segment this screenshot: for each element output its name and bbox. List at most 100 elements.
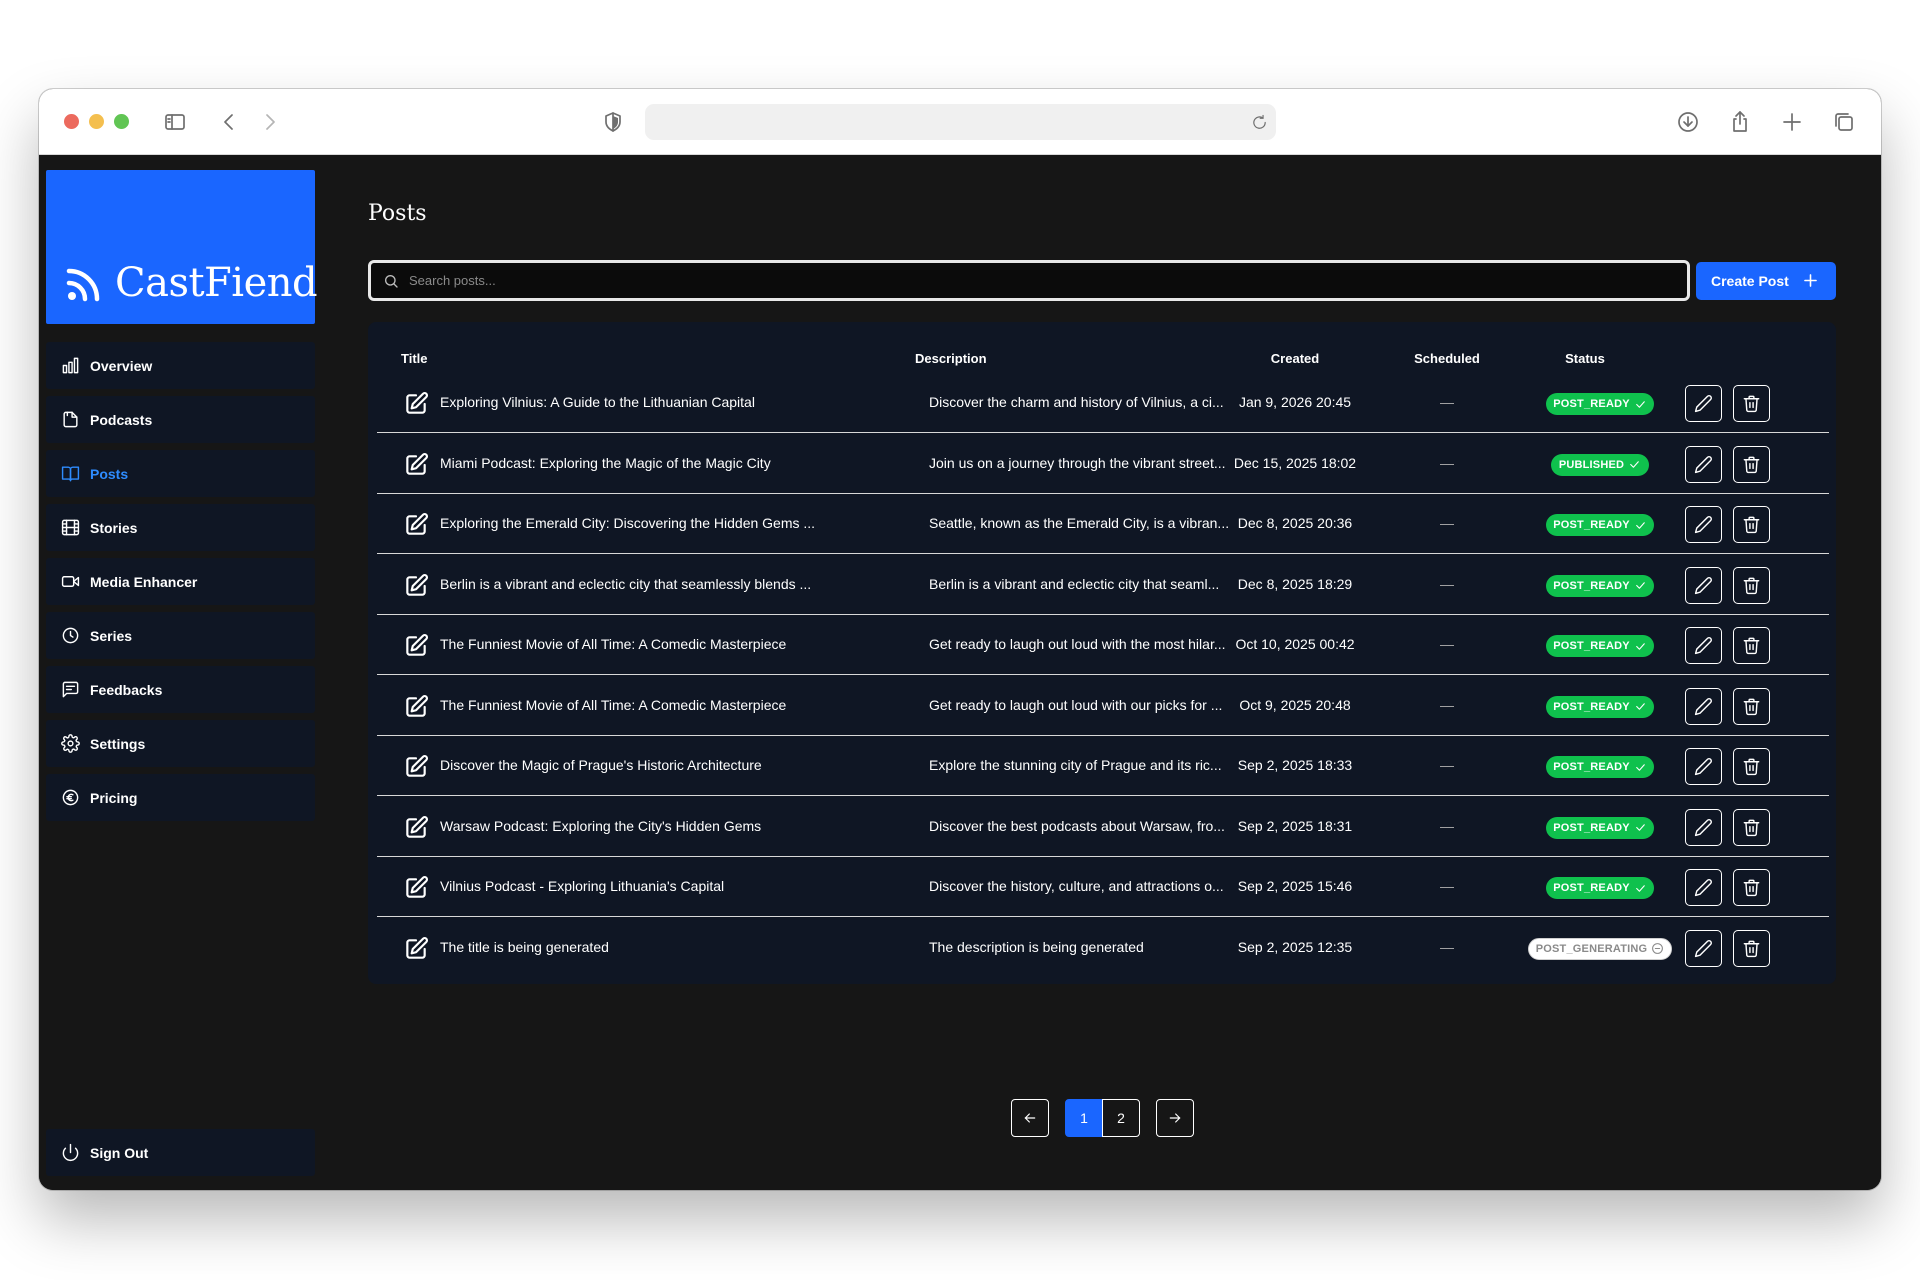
edit-button[interactable] [1685, 566, 1722, 604]
delete-button[interactable] [1733, 687, 1770, 725]
column-header-status[interactable]: Status [1485, 351, 1685, 366]
delete-button[interactable] [1733, 808, 1770, 846]
zoom-window-button[interactable] [114, 114, 129, 129]
sign-out-button[interactable]: Sign Out [46, 1129, 315, 1176]
status-badge: POST_GENERATING [1528, 937, 1672, 960]
post-title[interactable]: Discover the Magic of Prague's Historic … [440, 757, 762, 773]
table-row[interactable]: Discover the Magic of Prague's Historic … [377, 736, 1829, 796]
edit-post-icon[interactable] [403, 452, 429, 478]
tabs-overview-icon[interactable] [1831, 109, 1857, 135]
post-title[interactable]: Warsaw Podcast: Exploring the City's Hid… [440, 818, 761, 834]
table-row[interactable]: Vilnius Podcast - Exploring Lithuania's … [377, 857, 1829, 917]
edit-post-icon[interactable] [403, 875, 429, 901]
table-row[interactable]: The Funniest Movie of All Time: A Comedi… [377, 676, 1829, 736]
sign-out-label: Sign Out [90, 1144, 149, 1161]
delete-button[interactable] [1733, 627, 1770, 664]
pencil-icon [1694, 818, 1713, 837]
download-icon[interactable] [1675, 109, 1701, 135]
status-label: POST_GENERATING [1535, 942, 1648, 955]
edit-button[interactable] [1685, 929, 1722, 967]
delete-button[interactable] [1733, 748, 1770, 785]
post-title[interactable]: Miami Podcast: Exploring the Magic of th… [440, 455, 771, 471]
post-title[interactable]: The title is being generated [440, 939, 609, 955]
sidebar-item-podcasts[interactable]: Podcasts [46, 396, 315, 443]
edit-button[interactable] [1685, 627, 1722, 664]
column-header-title[interactable]: Title [401, 351, 428, 366]
delete-button[interactable] [1733, 566, 1770, 604]
edit-button[interactable] [1685, 445, 1722, 483]
delete-button[interactable] [1733, 385, 1770, 422]
address-bar[interactable] [645, 104, 1276, 140]
post-title[interactable]: Vilnius Podcast - Exploring Lithuania's … [440, 878, 724, 894]
search-input[interactable] [409, 273, 1687, 288]
forward-icon[interactable] [257, 109, 283, 135]
prev-page-button[interactable] [1011, 1099, 1049, 1137]
delete-button[interactable] [1733, 929, 1770, 967]
edit-post-icon[interactable] [403, 633, 429, 659]
post-scheduled: — [1440, 394, 1454, 410]
create-post-button[interactable]: Create Post [1696, 262, 1836, 300]
post-created: Sep 2, 2025 15:46 [1237, 878, 1353, 894]
table-row[interactable]: Exploring Vilnius: A Guide to the Lithua… [377, 373, 1829, 433]
edit-post-icon[interactable] [403, 512, 429, 538]
edit-button[interactable] [1685, 687, 1722, 725]
share-icon[interactable] [1727, 109, 1753, 135]
new-tab-icon[interactable] [1779, 109, 1805, 135]
sidebar-toggle-icon[interactable] [162, 109, 188, 135]
brand-name: CastFiend [115, 260, 318, 306]
search-bar[interactable] [368, 260, 1690, 301]
post-created: Sep 2, 2025 18:33 [1237, 757, 1353, 773]
post-title[interactable]: Exploring the Emerald City: Discovering … [440, 515, 815, 531]
brand-logo[interactable]: CastFiend [46, 170, 318, 324]
sidebar-item-feedbacks[interactable]: Feedbacks [46, 666, 315, 713]
sidebar-item-media-enhancer[interactable]: Media Enhancer [46, 558, 315, 605]
trash-icon [1742, 939, 1761, 958]
delete-button[interactable] [1733, 445, 1770, 483]
column-header-created[interactable]: Created [1195, 351, 1395, 366]
post-title[interactable]: Exploring Vilnius: A Guide to the Lithua… [440, 394, 755, 410]
table-row[interactable]: Miami Podcast: Exploring the Magic of th… [377, 434, 1829, 494]
euro-icon [60, 788, 80, 808]
sidebar-item-settings[interactable]: Settings [46, 720, 315, 767]
post-title[interactable]: The Funniest Movie of All Time: A Comedi… [440, 636, 786, 652]
post-title[interactable]: The Funniest Movie of All Time: A Comedi… [440, 697, 786, 713]
page-button-2[interactable]: 2 [1102, 1099, 1140, 1137]
sidebar-item-overview[interactable]: Overview [46, 342, 315, 389]
minimize-window-button[interactable] [89, 114, 104, 129]
post-title[interactable]: Berlin is a vibrant and eclectic city th… [440, 576, 811, 592]
close-window-button[interactable] [64, 114, 79, 129]
delete-button[interactable] [1733, 506, 1770, 543]
table-row[interactable]: The Funniest Movie of All Time: A Comedi… [377, 615, 1829, 675]
edit-button[interactable] [1685, 748, 1722, 785]
sidebar-item-pricing[interactable]: Pricing [46, 774, 315, 821]
sidebar-item-stories[interactable]: Stories [46, 504, 315, 551]
edit-post-icon[interactable] [403, 754, 429, 780]
edit-button[interactable] [1685, 385, 1722, 422]
table-row[interactable]: Exploring the Emerald City: Discovering … [377, 494, 1829, 554]
back-icon[interactable] [216, 109, 242, 135]
page-button-1[interactable]: 1 [1065, 1099, 1103, 1137]
trash-icon [1742, 394, 1761, 413]
edit-button[interactable] [1685, 808, 1722, 846]
reload-icon[interactable] [1248, 111, 1270, 133]
edit-button[interactable] [1685, 506, 1722, 543]
table-row[interactable]: The title is being generated The descript… [377, 918, 1829, 978]
edit-post-icon[interactable] [403, 936, 429, 962]
edit-post-icon[interactable] [403, 694, 429, 720]
plus-icon [1801, 271, 1820, 290]
delete-button[interactable] [1733, 869, 1770, 906]
edit-button[interactable] [1685, 869, 1722, 906]
shield-icon[interactable] [600, 109, 626, 135]
column-header-description[interactable]: Description [915, 351, 987, 366]
page-title: Posts [368, 201, 427, 226]
table-row[interactable]: Berlin is a vibrant and eclectic city th… [377, 555, 1829, 615]
sidebar-item-series[interactable]: Series [46, 612, 315, 659]
edit-post-icon[interactable] [403, 815, 429, 841]
check-icon [1634, 882, 1647, 895]
edit-post-icon[interactable] [403, 573, 429, 599]
table-row[interactable]: Warsaw Podcast: Exploring the City's Hid… [377, 797, 1829, 857]
next-page-button[interactable] [1156, 1099, 1194, 1137]
edit-post-icon[interactable] [403, 391, 429, 417]
status-badge: PUBLISHED [1551, 453, 1649, 476]
sidebar-item-posts[interactable]: Posts [46, 450, 315, 497]
